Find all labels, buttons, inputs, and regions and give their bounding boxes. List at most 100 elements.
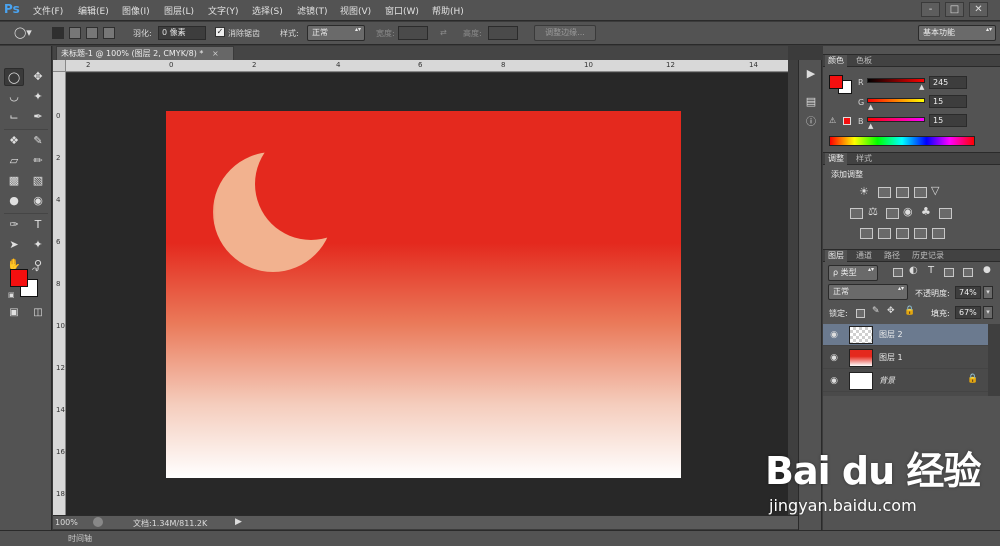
workspace-dropdown[interactable]: 基本功能 [918,25,996,41]
g-channel-slider[interactable] [867,98,925,103]
hue-saturation-icon[interactable] [850,208,863,219]
r-channel-slider[interactable] [867,78,925,83]
swap-colors-icon[interactable]: ↷ [32,266,39,275]
menu-window[interactable]: 窗口(W) [385,4,419,17]
color-balance-icon[interactable]: ⚖ [868,205,878,218]
r-channel-input[interactable]: 245 [929,76,967,89]
filter-smart-object-icon[interactable] [963,268,973,277]
exposure-icon[interactable] [914,187,927,198]
gamut-warning-icon[interactable]: ⚠ [829,116,836,125]
quick-mask-icon[interactable]: ▣ [4,304,24,322]
g-slider-handle[interactable]: ▲ [868,103,873,111]
type-tool-icon[interactable]: T [28,216,48,234]
status-menu-arrow-icon[interactable]: ▶ [235,517,242,527]
visibility-eye-icon[interactable]: ◉ [827,351,841,365]
filter-shape-icon[interactable] [944,268,954,277]
default-colors-icon[interactable]: ▣ [8,291,15,299]
color-panel-foreground-swatch[interactable] [829,75,843,89]
lock-image-icon[interactable]: ✎ [872,306,880,316]
minimize-button[interactable]: - [921,2,940,17]
marquee-tool-icon[interactable]: ◯ [4,68,24,86]
fill-input[interactable]: 67% [955,306,981,319]
clone-stamp-tool-icon[interactable]: ▱ [4,152,24,170]
tab-layers[interactable]: 图层 [825,250,847,262]
filter-toggle-icon[interactable]: ● [983,265,991,275]
layer-row[interactable]: ◉ 图层 2 [823,324,988,346]
opacity-input[interactable]: 74% [955,286,981,299]
move-tool-icon[interactable]: ✥ [28,68,48,86]
antialias-checkbox[interactable]: ✓ [215,27,225,37]
black-white-icon[interactable] [886,208,899,219]
posterize-icon[interactable] [878,228,891,239]
filter-type-icon[interactable]: T [928,265,934,276]
menu-type[interactable]: 文字(Y) [208,4,239,17]
lock-position-icon[interactable]: ✥ [887,306,895,316]
opacity-arrow-icon[interactable]: ▾ [983,286,993,299]
width-input[interactable] [398,26,428,40]
gamut-color-swatch[interactable] [843,117,851,125]
document-tab[interactable]: 未标题-1 @ 100% (图层 2, CMYK/8) * × [56,46,234,60]
menu-view[interactable]: 视图(V) [340,4,371,17]
tab-history[interactable]: 历史记录 [909,250,947,262]
gradient-tool-icon[interactable]: ▧ [28,172,48,190]
layers-scrollbar[interactable] [988,324,1000,396]
g-channel-input[interactable]: 15 [929,95,967,108]
menu-help[interactable]: 帮助(H) [432,4,464,17]
path-selection-tool-icon[interactable]: ➤ [4,236,24,254]
pen-tool-icon[interactable]: ✑ [4,216,24,234]
selective-color-icon[interactable] [932,228,945,239]
b-slider-handle[interactable]: ▲ [868,122,873,130]
screen-mode-icon[interactable]: ◫ [28,304,48,322]
menu-edit[interactable]: 编辑(E) [78,4,109,17]
subtract-selection-icon[interactable] [86,27,98,39]
menu-image[interactable]: 图像(I) [122,4,150,17]
tab-swatches[interactable]: 色板 [853,55,875,67]
tab-styles[interactable]: 样式 [853,153,875,165]
layer-row[interactable]: ◉ 图层 1 [823,347,988,369]
eyedropper-tool-icon[interactable]: ✒ [28,108,48,126]
tab-paths[interactable]: 路径 [881,250,903,262]
color-lookup-icon[interactable] [939,208,952,219]
filter-pixel-icon[interactable] [893,268,903,277]
lasso-tool-icon[interactable]: ◡ [4,88,24,106]
lock-all-icon[interactable]: 🔒 [904,306,915,316]
play-action-icon[interactable]: ▶ [803,66,819,82]
layer-name[interactable]: 背景 [879,375,895,386]
close-button[interactable]: ✕ [969,2,988,17]
layer-name[interactable]: 图层 1 [879,352,903,363]
brightness-contrast-icon[interactable]: ☀ [859,185,869,198]
tab-adjustments[interactable]: 调整 [825,153,847,165]
info-icon[interactable]: ⓘ [803,115,819,131]
properties-icon[interactable]: ▤ [803,94,819,110]
close-tab-icon[interactable]: × [212,49,219,58]
timeline-panel-bar[interactable]: 时间轴 [0,530,1000,546]
horizontal-ruler[interactable]: 2 0 2 4 6 8 10 12 14 [66,60,788,72]
magic-wand-tool-icon[interactable]: ✦ [28,88,48,106]
menu-file[interactable]: 文件(F) [33,4,63,17]
gradient-map-icon[interactable] [914,228,927,239]
menu-filter[interactable]: 滤镜(T) [297,4,328,17]
threshold-icon[interactable] [896,228,909,239]
blur-tool-icon[interactable]: ● [4,192,24,210]
levels-icon[interactable] [878,187,891,198]
tab-color[interactable]: 颜色 [825,55,847,67]
photo-filter-icon[interactable]: ◉ [903,205,913,218]
channel-mixer-icon[interactable]: ♣ [921,205,931,218]
healing-brush-tool-icon[interactable]: ❖ [4,132,24,150]
status-info-icon[interactable] [93,517,103,527]
maximize-button[interactable]: □ [945,2,964,17]
zoom-level[interactable]: 100% [55,518,78,527]
vibrance-icon[interactable]: ▽ [931,184,939,197]
refine-edge-button[interactable]: 调整边缘... [534,25,596,41]
foreground-color-swatch-front[interactable] [10,269,28,287]
blend-mode-dropdown[interactable]: 正常 [828,284,908,300]
height-input[interactable] [488,26,518,40]
b-channel-input[interactable]: 15 [929,114,967,127]
curves-icon[interactable] [896,187,909,198]
intersect-selection-icon[interactable] [103,27,115,39]
lock-transparent-icon[interactable] [856,309,865,318]
new-selection-icon[interactable] [52,27,64,39]
vertical-ruler[interactable]: 0 2 4 6 8 10 12 14 16 18 [53,72,66,515]
tab-channels[interactable]: 通道 [853,250,875,262]
layer-name[interactable]: 图层 2 [879,329,903,340]
